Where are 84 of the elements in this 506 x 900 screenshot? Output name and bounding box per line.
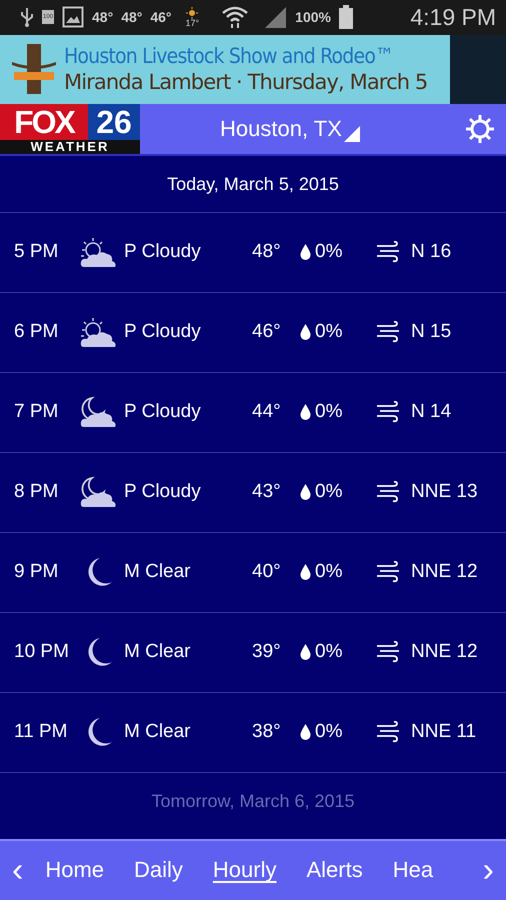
temperature-text: 43° [252, 481, 282, 504]
wind-icon [377, 641, 401, 664]
temperature-text: 48° [92, 9, 114, 26]
hour-text: 9 PM [14, 561, 60, 584]
temperature-text: 48° [121, 9, 142, 26]
ad-title: Houston Livestock Show and Rodeo™ [64, 42, 394, 70]
nav-tab[interactable]: Alerts [306, 857, 363, 884]
hour-text: 10 PM [14, 641, 70, 664]
nav-tab[interactable]: Home [45, 857, 104, 884]
battery-icon [338, 5, 353, 30]
logo-text: FOX [0, 104, 88, 140]
previous-button[interactable]: ‹ [0, 853, 36, 888]
wind-icon [377, 481, 401, 504]
raindrop-icon [300, 324, 311, 340]
sun-cloud-icon [78, 236, 118, 268]
condition-text: P Cloudy [124, 481, 202, 504]
condition-text: P Cloudy [124, 401, 202, 424]
wind-text: NNE 13 [411, 481, 478, 504]
temperature-text: 38° [252, 721, 282, 744]
raindrop-icon [300, 724, 311, 740]
temperature-text: 39° [252, 641, 282, 664]
image-icon [62, 6, 84, 28]
wind-icon [377, 401, 401, 424]
raindrop-icon [300, 244, 311, 260]
raindrop-icon [300, 564, 311, 580]
nav-tab[interactable]: Hea [392, 857, 434, 884]
temperature-text: 48° [252, 241, 282, 264]
condition-text: P Cloudy [124, 241, 202, 264]
clock-time: 4:19 PM [410, 4, 496, 31]
wifi-icon [221, 5, 250, 30]
moon-cloud-icon [78, 476, 118, 508]
raindrop-icon [300, 404, 311, 420]
logo-number: 26 [88, 104, 140, 140]
moon-cloud-icon [78, 396, 118, 428]
temperature-text: 46° [252, 321, 282, 344]
signal-icon [263, 5, 288, 30]
hour-text: 11 PM [14, 721, 69, 744]
ad-subtitle: Miranda Lambert · Thursday, March 5 [64, 69, 428, 96]
nav-tab[interactable]: Daily [134, 857, 183, 884]
battery-percent: 100% [295, 9, 331, 26]
condition-text: P Cloudy [124, 321, 202, 344]
precipitation-text: 0% [315, 721, 344, 744]
sun-icon [186, 6, 198, 19]
wind-icon [377, 321, 401, 344]
wind-text: N 14 [411, 401, 452, 424]
hour-text: 8 PM [14, 481, 60, 504]
raindrop-icon [300, 484, 311, 500]
wind-text: N 16 [411, 241, 452, 264]
wind-text: NNE 11 [411, 721, 476, 744]
precipitation-text: 0% [315, 401, 344, 424]
condition-text: M Clear [124, 721, 192, 744]
ad-banner[interactable]: Houston Livestock Show and Rodeo™ Miranda Lambert · Thursday, March 5 [0, 34, 450, 104]
precipitation-text: 0% [315, 321, 344, 344]
nav-tab[interactable]: Hourly [212, 857, 276, 884]
temperature-text: 17° [186, 18, 200, 28]
usb-icon [20, 7, 34, 28]
next-button[interactable]: › [470, 853, 506, 888]
condition-text: M Clear [124, 641, 192, 664]
wind-icon [377, 721, 401, 744]
sun-cloud-icon [78, 316, 118, 348]
hour-text: 6 PM [14, 321, 60, 344]
wind-icon [377, 561, 401, 584]
wind-text: NNE 12 [411, 561, 478, 584]
logo-text: WEATHER [0, 140, 140, 154]
precipitation-text: 0% [315, 641, 344, 664]
temperature-text: 44° [252, 401, 282, 424]
precipitation-text: 0% [315, 241, 344, 264]
wind-icon [377, 241, 401, 264]
settings-icon[interactable] [464, 112, 496, 145]
wind-text: NNE 12 [411, 641, 478, 664]
wind-text: N 15 [411, 321, 452, 344]
hour-text: 7 PM [14, 401, 60, 424]
hour-text: 5 PM [14, 241, 60, 264]
temperature-text: 40° [252, 561, 282, 584]
precipitation-text: 0% [315, 481, 344, 504]
precipitation-text: 0% [315, 561, 344, 584]
ad-background [450, 34, 506, 104]
date-heading: Tomorrow, March 6, 2015 [150, 790, 356, 813]
dropdown-icon [344, 126, 360, 142]
condition-text: M Clear [124, 561, 192, 584]
date-heading: Today, March 5, 2015 [0, 156, 506, 213]
temperature-text: 46° [150, 9, 172, 26]
location-dropdown[interactable]: Houston, TX [220, 116, 360, 142]
raindrop-icon [300, 644, 311, 660]
